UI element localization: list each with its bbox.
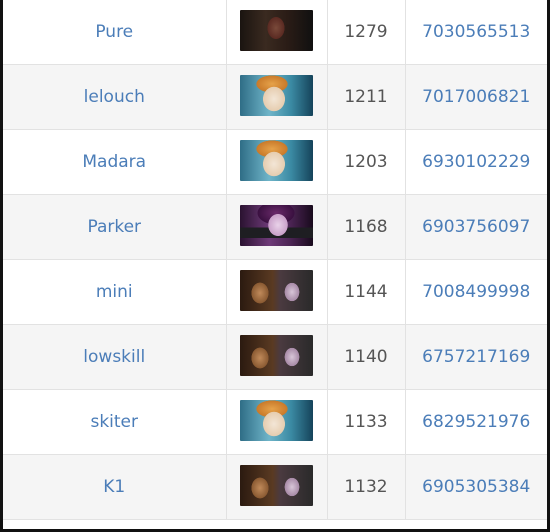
player-name-cell: Pure <box>3 0 227 65</box>
mmr-value: 1133 <box>344 412 388 432</box>
player-id-link[interactable]: 7017006821 <box>422 87 530 107</box>
table-row: lowskill 1140 6757217169 <box>3 324 547 390</box>
hero-blonde-portrait-icon[interactable] <box>240 139 313 181</box>
player-name-link[interactable]: Madara <box>82 152 146 172</box>
player-id-link[interactable]: 6930102229 <box>422 152 530 172</box>
hero-blonde-portrait-icon[interactable] <box>240 399 313 441</box>
player-name-cell: skiter <box>3 389 227 455</box>
mmr-value: 1132 <box>344 477 388 497</box>
mmr-value: 1144 <box>344 282 388 302</box>
mmr-value: 1140 <box>344 347 388 367</box>
player-name-link[interactable]: Pure <box>95 22 133 42</box>
table-row: mini 1144 7008499998 <box>3 259 547 325</box>
player-name-cell: mini <box>3 259 227 325</box>
table-row: Pure 1279 7030565513 <box>3 0 547 65</box>
player-id-cell: 6930102229 <box>405 129 547 195</box>
leaderboard-table: Pure 1279 7030565513 lelouch 1211 701700… <box>3 0 547 520</box>
player-name-cell: Parker <box>3 194 227 260</box>
hero-cell <box>226 64 328 130</box>
hero-duo-portrait-icon[interactable] <box>240 464 313 506</box>
table-row: skiter 1133 6829521976 <box>3 389 547 455</box>
mmr-value: 1211 <box>344 87 388 107</box>
player-id-link[interactable]: 6829521976 <box>422 412 530 432</box>
player-name-link[interactable]: mini <box>96 282 133 302</box>
mmr-value: 1279 <box>344 22 388 42</box>
hero-cell <box>226 389 328 455</box>
hero-cell <box>226 0 328 65</box>
mmr-cell: 1144 <box>327 259 406 325</box>
table-row: Parker 1168 6903756097 <box>3 194 547 260</box>
player-name-link[interactable]: skiter <box>90 412 138 432</box>
hero-cell <box>226 259 328 325</box>
mmr-cell: 1211 <box>327 64 406 130</box>
hero-cell <box>226 324 328 390</box>
player-id-link[interactable]: 7008499998 <box>422 282 530 302</box>
player-id-link[interactable]: 6757217169 <box>422 347 530 367</box>
player-id-cell: 6829521976 <box>405 389 547 455</box>
player-name-cell: K1 <box>3 454 227 520</box>
mmr-cell: 1168 <box>327 194 406 260</box>
player-id-cell: 6905305384 <box>405 454 547 520</box>
player-name-cell: Madara <box>3 129 227 195</box>
player-id-link[interactable]: 7030565513 <box>422 22 530 42</box>
player-name-link[interactable]: Parker <box>87 217 141 237</box>
table-row: lelouch 1211 7017006821 <box>3 64 547 130</box>
player-name-link[interactable]: lowskill <box>83 347 145 367</box>
hero-blonde-portrait-icon[interactable] <box>240 74 313 116</box>
mmr-cell: 1132 <box>327 454 406 520</box>
mmr-cell: 1140 <box>327 324 406 390</box>
player-id-cell: 6903756097 <box>405 194 547 260</box>
mmr-value: 1203 <box>344 152 388 172</box>
player-id-link[interactable]: 6905305384 <box>422 477 530 497</box>
player-name-cell: lelouch <box>3 64 227 130</box>
hero-duo-portrait-icon[interactable] <box>240 269 313 311</box>
player-id-link[interactable]: 6903756097 <box>422 217 530 237</box>
mmr-cell: 1203 <box>327 129 406 195</box>
mmr-cell: 1279 <box>327 0 406 65</box>
player-name-cell: lowskill <box>3 324 227 390</box>
player-id-cell: 7030565513 <box>405 0 547 65</box>
player-name-link[interactable]: K1 <box>103 477 125 497</box>
player-id-cell: 7017006821 <box>405 64 547 130</box>
hero-cell <box>226 129 328 195</box>
hero-duo-portrait-icon[interactable] <box>240 334 313 376</box>
table-row: K1 1132 6905305384 <box>3 454 547 520</box>
mmr-cell: 1133 <box>327 389 406 455</box>
player-name-link[interactable]: lelouch <box>84 87 145 107</box>
mmr-value: 1168 <box>344 217 388 237</box>
player-id-cell: 7008499998 <box>405 259 547 325</box>
leaderboard-panel: Pure 1279 7030565513 lelouch 1211 701700… <box>3 0 547 529</box>
hero-dark-portrait-icon[interactable] <box>240 9 313 51</box>
player-id-cell: 6757217169 <box>405 324 547 390</box>
hero-cell <box>226 194 328 260</box>
hero-masked-portrait-icon[interactable] <box>240 204 313 246</box>
table-row: Madara 1203 6930102229 <box>3 129 547 195</box>
hero-cell <box>226 454 328 520</box>
